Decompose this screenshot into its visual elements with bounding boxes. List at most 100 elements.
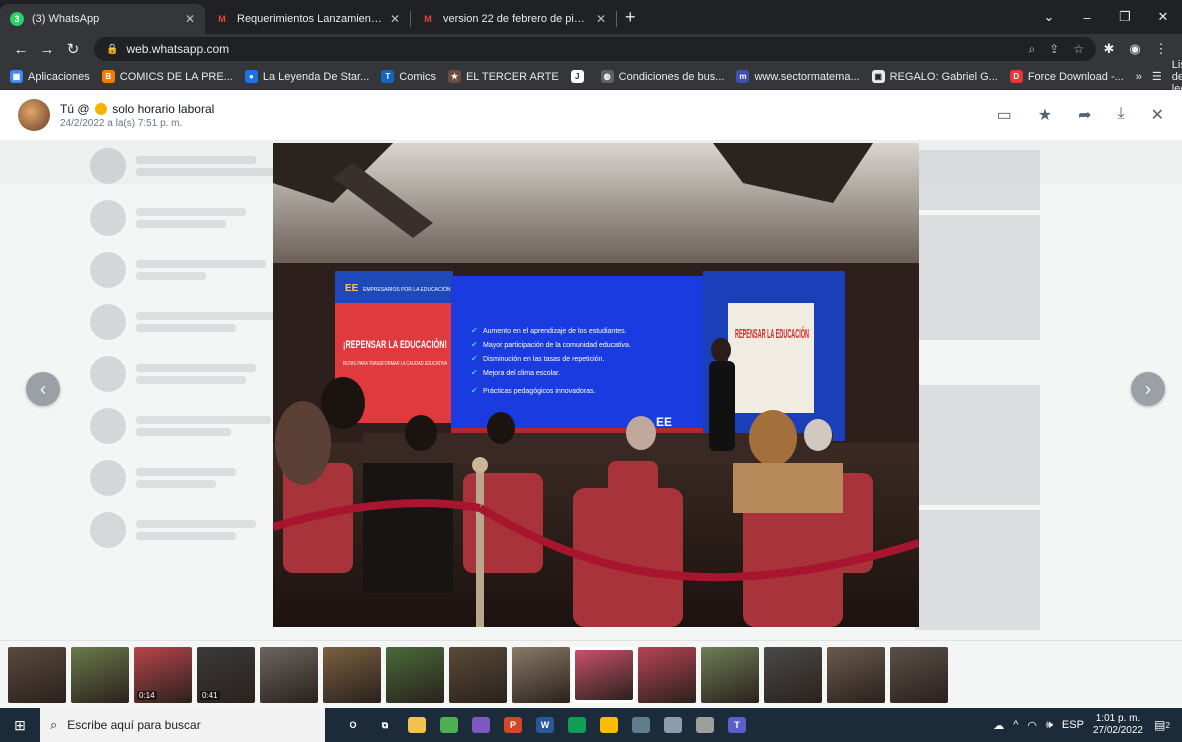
group-emoji-icon bbox=[94, 103, 107, 116]
svg-text:Aumento en el aprendizaje de l: Aumento en el aprendizaje de los estudia… bbox=[483, 328, 627, 335]
network-icon[interactable]: ◠ bbox=[1027, 719, 1037, 732]
bookmark-star-icon[interactable]: ☆ bbox=[1073, 42, 1084, 57]
svg-text:✔: ✔ bbox=[471, 354, 478, 363]
reading-list-icon[interactable]: ☰ bbox=[1152, 70, 1162, 83]
paint-icon[interactable] bbox=[433, 708, 465, 742]
close-window-icon[interactable]: ✕ bbox=[1144, 9, 1182, 25]
teams-icon[interactable]: T bbox=[721, 708, 753, 742]
media-thumbnail[interactable] bbox=[764, 646, 822, 703]
bookmark-item[interactable]: ● La Leyenda De Star... bbox=[244, 70, 369, 83]
j-icon: J bbox=[570, 70, 584, 83]
address-bar[interactable]: 🔒 web.whatsapp.com ⌕ ⇪ ☆ bbox=[94, 37, 1096, 61]
bookmark-item[interactable]: ★ EL TERCER ARTE bbox=[447, 70, 559, 83]
tercer-arte-icon: ★ bbox=[447, 70, 461, 83]
file-explorer-icon[interactable] bbox=[401, 708, 433, 742]
edge-icon[interactable] bbox=[561, 708, 593, 742]
forward-icon[interactable]: ➦ bbox=[1078, 105, 1091, 125]
tab-search-icon[interactable]: ⌄ bbox=[1030, 9, 1068, 25]
notifications-icon[interactable]: ▤ 2 bbox=[1152, 715, 1172, 735]
media-thumbnail[interactable]: 0:14 bbox=[134, 646, 192, 703]
app-glyph: O bbox=[349, 720, 357, 730]
media-thumbnail[interactable] bbox=[575, 649, 633, 700]
sender-name: Tú @ solo horario laboral bbox=[60, 101, 215, 116]
extensions-icon[interactable]: ✱ bbox=[1096, 41, 1122, 57]
show-hidden-icons[interactable]: ^ bbox=[1013, 719, 1018, 731]
language-indicator[interactable]: ESP bbox=[1062, 719, 1084, 731]
media-thumbnail[interactable] bbox=[890, 646, 948, 703]
bookmark-item[interactable]: T Comics bbox=[381, 70, 436, 83]
zoom-icon[interactable]: ⌕ bbox=[1028, 42, 1035, 57]
tab-version[interactable]: M version 22 de febrero de piga - ✕ bbox=[411, 4, 616, 34]
tab-whatsapp[interactable]: 3 (3) WhatsApp ✕ bbox=[0, 4, 205, 34]
media-thumbnail[interactable] bbox=[8, 646, 66, 703]
menu-icon[interactable]: ⋮ bbox=[1148, 41, 1174, 57]
svg-text:✔: ✔ bbox=[471, 326, 478, 335]
tab-separator bbox=[616, 11, 617, 27]
gift-icon: ▣ bbox=[871, 70, 885, 83]
media-thumbnail[interactable] bbox=[386, 646, 444, 703]
minimize-icon[interactable]: – bbox=[1068, 10, 1106, 25]
restore-icon[interactable]: ❐ bbox=[1106, 9, 1144, 25]
bookmark-item[interactable]: B COMICS DE LA PRE... bbox=[101, 70, 233, 83]
media-thumbnail[interactable] bbox=[71, 646, 129, 703]
avatar[interactable] bbox=[18, 99, 50, 131]
media-thumbnail[interactable] bbox=[260, 646, 318, 703]
background-media-tile bbox=[915, 510, 1040, 630]
viewer-header: Tú @ solo horario laboral 24/2/2022 a la… bbox=[0, 90, 1182, 140]
bookmark-item[interactable]: D Force Download -... bbox=[1009, 70, 1124, 83]
onedrive-icon[interactable]: ☁ bbox=[993, 719, 1004, 732]
windows-start-icon[interactable]: ⊞ bbox=[0, 717, 40, 734]
bookmark-item[interactable]: m www.sectormatema... bbox=[736, 70, 860, 83]
svg-text:✔: ✔ bbox=[471, 340, 478, 349]
reload-icon[interactable]: ↻ bbox=[60, 40, 86, 58]
svg-text:Mejora del clima escolar.: Mejora del clima escolar. bbox=[483, 370, 560, 377]
tab-requerimientos[interactable]: M Requerimientos Lanzamiento del ✕ bbox=[205, 4, 410, 34]
next-media-button[interactable]: › bbox=[1131, 372, 1165, 406]
window-controls: ⌄ – ❐ ✕ bbox=[1030, 0, 1182, 34]
bookmark-item[interactable]: ▦ Aplicaciones bbox=[10, 70, 90, 83]
close-tab-icon[interactable]: ✕ bbox=[390, 12, 400, 26]
share-icon[interactable]: ⇪ bbox=[1049, 42, 1059, 57]
windows-taskbar: ⊞ ⌕ Escribe aquí para buscar O ⧉ P W T ☁ ^ ◠… bbox=[0, 708, 1182, 742]
lock-icon[interactable]: 🔒 bbox=[106, 44, 118, 55]
media-thumbnail[interactable] bbox=[701, 646, 759, 703]
cortana-icon[interactable]: O bbox=[337, 708, 369, 742]
media-thumbnail[interactable] bbox=[827, 646, 885, 703]
media-thumbnail[interactable]: 0:41 bbox=[197, 646, 255, 703]
go-to-message-icon[interactable]: ▭ bbox=[997, 105, 1012, 125]
taskbar-search[interactable]: ⌕ Escribe aquí para buscar bbox=[40, 708, 325, 742]
download-icon[interactable]: ⤓ bbox=[1118, 105, 1125, 125]
close-tab-icon[interactable]: ✕ bbox=[596, 12, 606, 26]
media-thumbnail[interactable] bbox=[449, 646, 507, 703]
star-icon[interactable]: ★ bbox=[1038, 105, 1052, 125]
app2-icon[interactable] bbox=[689, 708, 721, 742]
media-thumbnail[interactable] bbox=[323, 646, 381, 703]
close-icon[interactable]: ✕ bbox=[1151, 105, 1164, 125]
chrome-icon[interactable] bbox=[593, 708, 625, 742]
more-bookmarks-icon[interactable]: » bbox=[1136, 71, 1142, 83]
forward-icon[interactable]: → bbox=[34, 41, 60, 58]
calculator-icon[interactable] bbox=[625, 708, 657, 742]
volume-icon[interactable]: 🕪 bbox=[1046, 719, 1053, 732]
clock-date: 27/02/2022 bbox=[1092, 725, 1143, 736]
media-thumbnail[interactable] bbox=[638, 646, 696, 703]
bookmark-item[interactable]: ▣ REGALO: Gabriel G... bbox=[871, 70, 998, 83]
bookmark-item[interactable]: ◍ Condiciones de bus... bbox=[600, 70, 724, 83]
app-icon[interactable] bbox=[465, 708, 497, 742]
clock[interactable]: 1:01 p. m. 27/02/2022 bbox=[1093, 713, 1143, 737]
close-tab-icon[interactable]: ✕ bbox=[185, 12, 195, 26]
new-tab-button[interactable]: + bbox=[625, 7, 636, 28]
media-photo: EE EMPRESARIOS POR LA EDUCACIÓN ¡REPENSA… bbox=[273, 143, 919, 627]
clock-time: 1:01 p. m. bbox=[1095, 713, 1141, 724]
profile-avatar-icon[interactable]: ◉ bbox=[1122, 41, 1148, 57]
media-thumbnail[interactable] bbox=[512, 646, 570, 703]
media-thumbnail-strip: 0:14 0:41 bbox=[0, 640, 1182, 708]
powerpoint-icon[interactable]: P bbox=[497, 708, 529, 742]
task-view-icon[interactable]: ⧉ bbox=[369, 708, 401, 742]
word-icon[interactable]: W bbox=[529, 708, 561, 742]
bookmark-item[interactable]: J bbox=[570, 70, 589, 83]
blogger-icon: B bbox=[101, 70, 115, 83]
back-icon[interactable]: ← bbox=[8, 41, 34, 58]
snipping-icon[interactable] bbox=[657, 708, 689, 742]
previous-media-button[interactable]: ‹ bbox=[26, 372, 60, 406]
